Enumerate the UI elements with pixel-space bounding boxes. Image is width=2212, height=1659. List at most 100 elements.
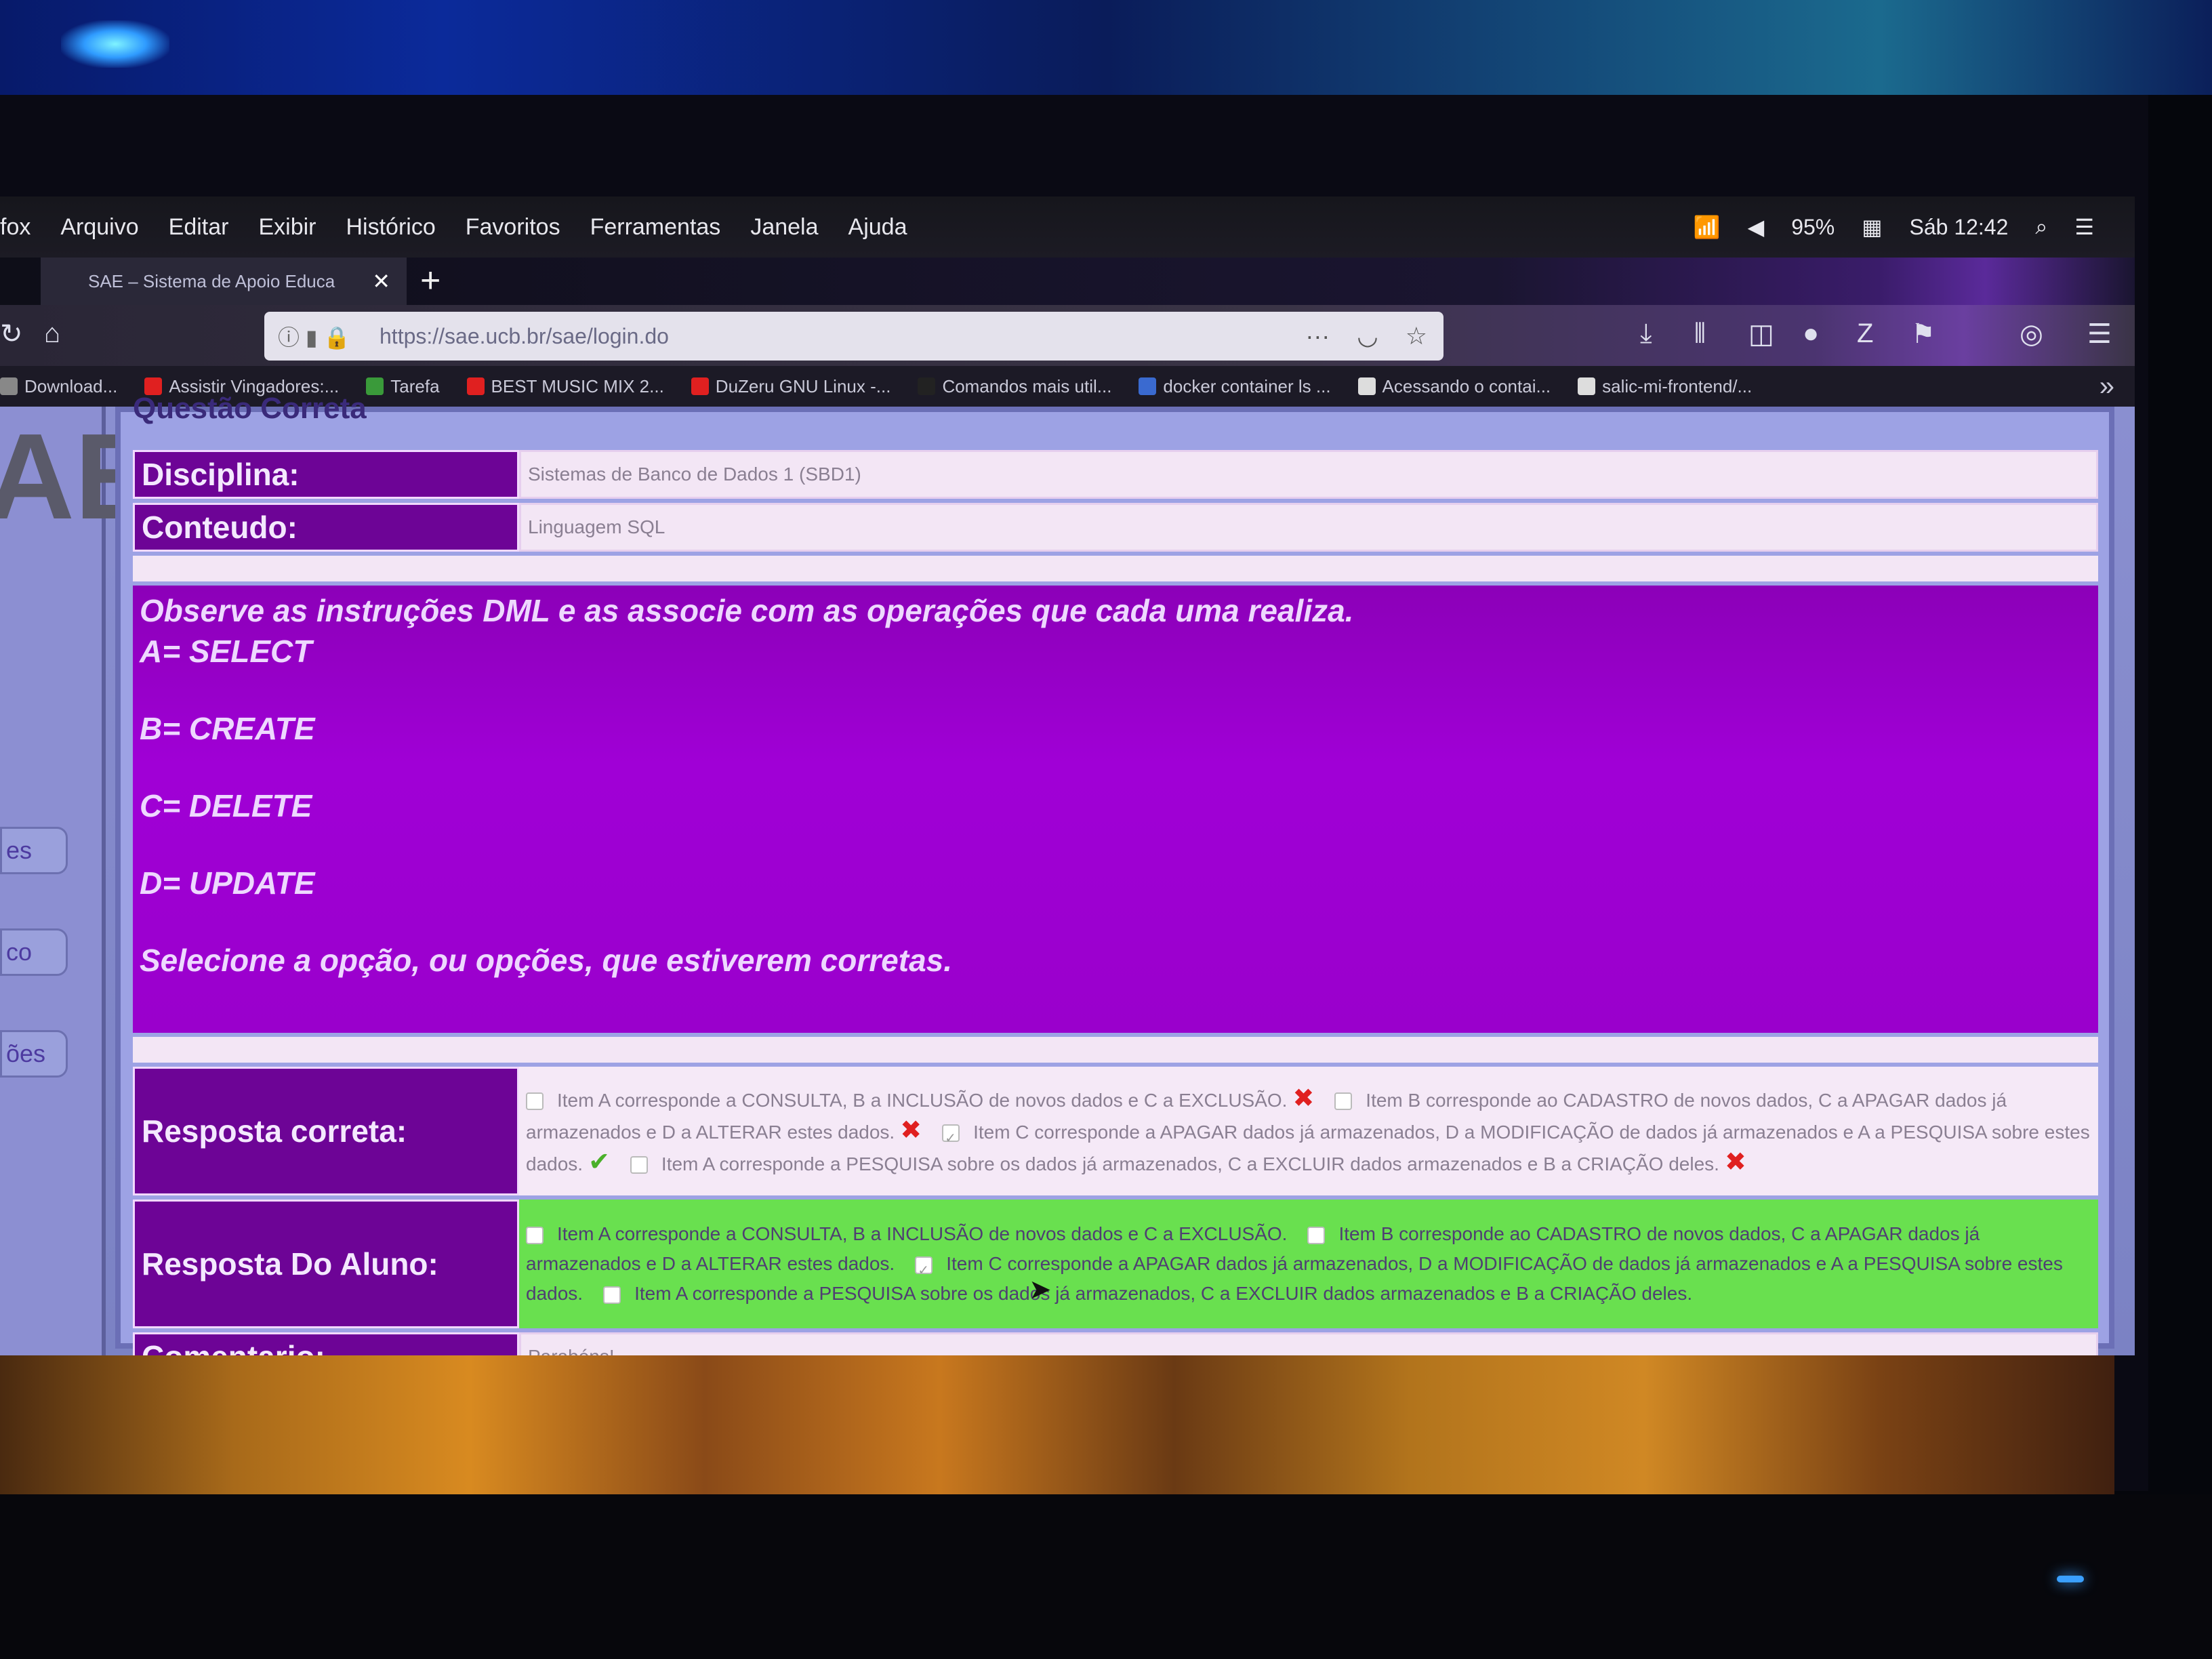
status-area: 📶 ◀ 95% ▦ Sáb 12:42 ⌕ ☰ bbox=[1694, 214, 2135, 240]
favicon-icon bbox=[1578, 377, 1596, 395]
sidebar-icon[interactable]: ◫ bbox=[1748, 319, 1774, 350]
answer-option: Item A corresponde a CONSULTA, B a INCLU… bbox=[526, 1223, 1287, 1244]
os-menu-item-2[interactable]: Exibir bbox=[258, 214, 316, 241]
bookmark-label: DuZeru GNU Linux -... bbox=[715, 375, 891, 396]
bookmark-item[interactable]: DuZeru GNU Linux -... bbox=[691, 375, 891, 397]
wifi-icon[interactable]: 📶 bbox=[1694, 214, 1721, 240]
option-text: Item A corresponde a CONSULTA, B a INCLU… bbox=[557, 1089, 1288, 1111]
disciplina-value: Sistemas de Banco de Dados 1 (SBD1) bbox=[519, 450, 2098, 499]
tab-sae[interactable]: SAE – Sistema de Apoio Educa ✕ bbox=[41, 258, 407, 305]
bookmark-label: Tarefa bbox=[390, 375, 440, 396]
option-checkbox[interactable] bbox=[630, 1156, 648, 1174]
bookmark-item[interactable]: Comandos mais util... bbox=[918, 376, 1111, 397]
bookmark-item[interactable]: Acessando o contai... bbox=[1357, 375, 1551, 397]
bookmarks-overflow-icon[interactable]: » bbox=[2100, 371, 2135, 402]
check-mark-icon: ✔ bbox=[588, 1147, 610, 1176]
app-name[interactable]: fox bbox=[0, 214, 30, 241]
os-menu-item-0[interactable]: Arquivo bbox=[60, 214, 138, 241]
question-line: Observe as instruções DML e as associe c… bbox=[140, 593, 1354, 628]
option-checkbox[interactable] bbox=[526, 1226, 544, 1244]
extension-icon[interactable]: ◎ bbox=[2020, 319, 2043, 350]
favicon-icon bbox=[1357, 377, 1376, 395]
bookmark-label: BEST MUSIC MIX 2... bbox=[491, 375, 664, 396]
bookmark-label: Download... bbox=[24, 375, 118, 396]
volume-icon[interactable]: ◀ bbox=[1748, 214, 1765, 240]
app-menu: fox Arquivo Editar Exibir Histórico Favorito… bbox=[0, 214, 907, 241]
zotero-icon[interactable]: Z bbox=[1857, 319, 1873, 349]
home-icon[interactable]: ⌂ bbox=[44, 319, 60, 349]
option-text: Item A corresponde a PESQUISA sobre os d… bbox=[661, 1153, 1719, 1174]
clock[interactable]: Sáb 12:42 bbox=[1909, 215, 2008, 240]
bookmark-label: Comandos mais util... bbox=[942, 375, 1112, 396]
calendar-icon[interactable]: ▦ bbox=[1862, 214, 1882, 240]
favicon-icon bbox=[1139, 377, 1157, 395]
desk-surface bbox=[0, 1494, 2212, 1659]
pocket-icon[interactable]: ◡ bbox=[1357, 322, 1378, 350]
correct-answer-label: Resposta correta: bbox=[133, 1067, 519, 1195]
os-menu-item-6[interactable]: Janela bbox=[750, 214, 818, 241]
bookmark-item[interactable]: BEST MUSIC MIX 2... bbox=[466, 375, 664, 397]
option-text: Item A corresponde a PESQUISA sobre os d… bbox=[634, 1283, 1693, 1304]
question-line: D= UPDATE bbox=[140, 865, 315, 901]
bookmark-item[interactable]: Download... bbox=[0, 376, 117, 397]
battery-indicator[interactable]: 95% bbox=[1791, 215, 1835, 240]
more-icon[interactable]: ··· bbox=[1305, 322, 1330, 350]
conteudo-label: Conteudo: bbox=[133, 503, 519, 552]
bookmark-item[interactable]: salic-mi-frontend/... bbox=[1578, 376, 1752, 397]
answer-option: Item A corresponde a PESQUISA sobre os d… bbox=[630, 1148, 1746, 1176]
option-checkbox[interactable] bbox=[603, 1286, 621, 1304]
wrong-mark-icon: ✖ bbox=[1292, 1084, 1315, 1113]
bookmark-item[interactable]: Tarefa bbox=[366, 375, 440, 397]
adblock-icon[interactable]: ● bbox=[1803, 319, 1819, 349]
bookmark-item[interactable]: docker container ls ... bbox=[1139, 375, 1331, 397]
os-menu-item-7[interactable]: Ajuda bbox=[848, 214, 907, 241]
search-icon[interactable]: ⌕ bbox=[2035, 214, 2047, 240]
bookmark-label: salic-mi-frontend/... bbox=[1602, 375, 1753, 396]
option-text: Item A corresponde a CONSULTA, B a INCLU… bbox=[557, 1223, 1288, 1244]
os-menu-item-3[interactable]: Histórico bbox=[346, 214, 436, 241]
sidebar-item-2[interactable]: ões bbox=[0, 1030, 68, 1078]
web-page: AE es co ões Questão Correta Disciplina:… bbox=[0, 392, 2135, 1416]
option-checkbox[interactable] bbox=[915, 1256, 933, 1274]
option-checkbox[interactable] bbox=[1307, 1226, 1326, 1244]
reload-icon[interactable]: ↻ bbox=[0, 319, 23, 350]
new-tab-button[interactable]: + bbox=[420, 260, 441, 301]
url-bar[interactable]: ⓘ ▮ 🔒 https://sae.ucb.br/sae/login.do ··… bbox=[264, 312, 1443, 361]
url-text[interactable]: https://sae.ucb.br/sae/login.do bbox=[380, 324, 669, 349]
card-title: Questão Correta bbox=[133, 392, 367, 425]
question-table: Disciplina: Sistemas de Banco de Dados 1… bbox=[133, 446, 2098, 1420]
mouse-cursor-icon: ➤ bbox=[1029, 1275, 1052, 1305]
os-menu-item-1[interactable]: Editar bbox=[169, 214, 229, 241]
favicon-icon bbox=[691, 377, 709, 395]
os-menubar: fox Arquivo Editar Exibir Histórico Favorito… bbox=[0, 197, 2135, 258]
sidebar-item-0[interactable]: es bbox=[0, 827, 68, 874]
option-checkbox[interactable] bbox=[1334, 1092, 1353, 1111]
option-checkbox[interactable] bbox=[526, 1092, 544, 1111]
translate-icon[interactable]: ⚑ bbox=[1911, 319, 1936, 350]
navigation-bar: ↻ ⌂ ⓘ ▮ 🔒 https://sae.ucb.br/sae/login.d… bbox=[0, 305, 2135, 369]
ambient-light bbox=[0, 0, 2212, 95]
question-line: B= CREATE bbox=[140, 711, 315, 746]
wrong-mark-icon: ✖ bbox=[1724, 1147, 1746, 1176]
download-icon[interactable]: ⤓ bbox=[1640, 319, 1652, 349]
option-checkbox[interactable] bbox=[942, 1124, 960, 1143]
os-menu-item-4[interactable]: Favoritos bbox=[466, 214, 560, 241]
correct-answer-options: Item A corresponde a CONSULTA, B a INCLU… bbox=[519, 1067, 2098, 1195]
close-icon[interactable]: ✕ bbox=[372, 268, 390, 294]
lock-icon: ⓘ ▮ 🔒 bbox=[278, 325, 351, 350]
tab-title: SAE – Sistema de Apoio Educa bbox=[88, 270, 335, 291]
bookmark-label: docker container ls ... bbox=[1163, 375, 1331, 396]
answer-option: Item A corresponde a CONSULTA, B a INCLU… bbox=[526, 1084, 1314, 1113]
bookmark-label: Acessando o contai... bbox=[1382, 375, 1551, 396]
favicon-icon bbox=[0, 377, 18, 395]
desk-reflection bbox=[0, 1355, 2114, 1494]
hamburger-menu-icon[interactable]: ☰ bbox=[2087, 319, 2112, 350]
wrong-mark-icon: ✖ bbox=[900, 1115, 922, 1145]
question-line: C= DELETE bbox=[140, 788, 312, 823]
left-sidebar: AE es co ões bbox=[0, 407, 156, 1355]
star-icon[interactable]: ☆ bbox=[1406, 322, 1427, 350]
sidebar-item-1[interactable]: co bbox=[0, 928, 68, 976]
library-icon[interactable]: ⫴ bbox=[1694, 319, 1706, 349]
os-menu-item-5[interactable]: Ferramentas bbox=[590, 214, 721, 241]
menu-icon[interactable]: ☰ bbox=[2074, 214, 2094, 240]
